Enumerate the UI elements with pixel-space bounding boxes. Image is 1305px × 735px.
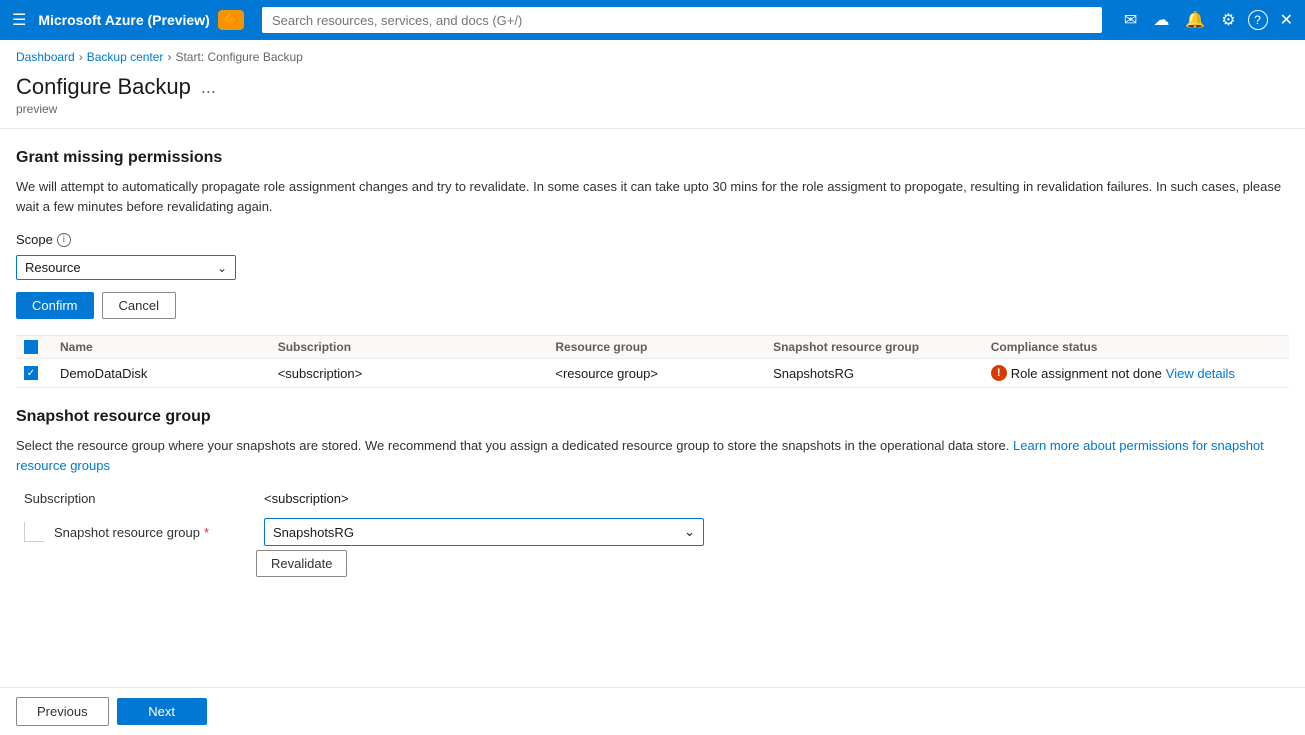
bell-icon[interactable]: 🔔 [1181, 8, 1209, 32]
col-header-name: Name [60, 340, 278, 354]
search-input[interactable] [262, 7, 1102, 33]
snapshot-rg-label: Snapshot resource group * [24, 522, 264, 542]
col-header-subscription: Subscription [278, 340, 496, 354]
scope-dropdown-value: Resource [25, 260, 81, 275]
subscription-label: Subscription [24, 491, 264, 506]
snapshot-form: Subscription <subscription> Snapshot res… [16, 491, 1289, 546]
azure-badge: 🔶 [218, 10, 244, 30]
row-resource-group: <resource group> [555, 366, 773, 381]
row-subscription: <subscription> [278, 366, 496, 381]
snapshot-section-heading: Snapshot resource group [16, 408, 1289, 426]
checkbox-checked-icon: ✓ [24, 366, 38, 380]
action-buttons: Confirm Cancel [16, 292, 1289, 319]
indent-marker [24, 522, 44, 542]
row-name: DemoDataDisk [60, 366, 278, 381]
breadcrumb: Dashboard › Backup center › Start: Confi… [0, 40, 1305, 70]
confirm-button[interactable]: Confirm [16, 292, 94, 319]
subscription-value: <subscription> [264, 491, 1289, 506]
page-header: Configure Backup ... preview [0, 70, 1305, 129]
grant-section-heading: Grant missing permissions [16, 149, 1289, 167]
col-header-status: Compliance status [991, 340, 1281, 354]
row-snapshot-rg: SnapshotsRG [773, 366, 991, 381]
view-details-link[interactable]: View details [1166, 366, 1235, 381]
grant-description: We will attempt to automatically propaga… [16, 177, 1289, 216]
snapshot-rg-value: SnapshotsRG [273, 525, 354, 540]
snapshot-rg-row: Snapshot resource group * SnapshotsRG ⌄ [24, 518, 1289, 546]
breadcrumb-sep-1: › [79, 50, 83, 64]
hamburger-icon[interactable]: ☰ [8, 6, 30, 34]
previous-button[interactable]: Previous [16, 697, 109, 726]
row-checkbox[interactable]: ✓ [24, 366, 60, 380]
col-header-snapshot-rg: Snapshot resource group [773, 340, 991, 354]
bottom-nav: Previous Next [0, 687, 1305, 735]
scope-info-icon[interactable]: i [57, 233, 71, 247]
scope-row: Scope i [16, 232, 1289, 247]
email-icon[interactable]: ✉ [1120, 8, 1141, 32]
page-subtitle: preview [16, 102, 1289, 116]
error-icon: ! [991, 365, 1007, 381]
cancel-button[interactable]: Cancel [102, 292, 176, 319]
snapshot-section: Snapshot resource group Select the resou… [16, 408, 1289, 577]
snapshot-rg-dropdown[interactable]: SnapshotsRG ⌄ [264, 518, 704, 546]
page-title: Configure Backup [16, 74, 191, 100]
snapshot-description: Select the resource group where your sna… [16, 436, 1289, 475]
breadcrumb-current: Start: Configure Backup [175, 50, 302, 64]
breadcrumb-backup-center[interactable]: Backup center [87, 50, 164, 64]
scope-label: Scope i [16, 232, 71, 247]
topbar: ☰ Microsoft Azure (Preview) 🔶 ✉ ☁ 🔔 ⚙ ? … [0, 0, 1305, 40]
help-icon[interactable]: ? [1248, 10, 1268, 30]
subscription-row: Subscription <subscription> [24, 491, 1289, 506]
col-header-blank [495, 340, 555, 354]
close-icon[interactable]: ✕ [1276, 8, 1297, 32]
revalidate-button[interactable]: Revalidate [256, 550, 347, 577]
table-header: Name Subscription Resource group Snapsho… [16, 335, 1289, 359]
breadcrumb-dashboard[interactable]: Dashboard [16, 50, 75, 64]
main-container: Dashboard › Backup center › Start: Confi… [0, 40, 1305, 735]
app-title: Microsoft Azure (Preview) [38, 12, 209, 28]
topbar-icons: ✉ ☁ 🔔 ⚙ ? ✕ [1120, 8, 1297, 32]
status-text: Role assignment not done [1011, 366, 1162, 381]
required-star: * [204, 525, 209, 540]
gear-icon[interactable]: ⚙ [1217, 8, 1239, 32]
row-status: ! Role assignment not done View details [991, 365, 1281, 381]
cloud-upload-icon[interactable]: ☁ [1149, 8, 1173, 32]
snapshot-rg-dropdown-col: SnapshotsRG ⌄ [264, 518, 1289, 546]
more-options-icon[interactable]: ... [201, 77, 216, 98]
chevron-down-icon: ⌄ [684, 524, 695, 540]
breadcrumb-sep-2: › [167, 50, 171, 64]
col-header-resource-group: Resource group [555, 340, 773, 354]
next-button[interactable]: Next [117, 698, 207, 725]
chevron-down-icon: ⌄ [217, 261, 227, 275]
table-row: ✓ DemoDataDisk <subscription> <resource … [16, 359, 1289, 388]
col-header-checkbox [24, 340, 60, 354]
content-area: Grant missing permissions We will attemp… [0, 129, 1305, 597]
scope-dropdown[interactable]: Resource ⌄ [16, 255, 236, 280]
